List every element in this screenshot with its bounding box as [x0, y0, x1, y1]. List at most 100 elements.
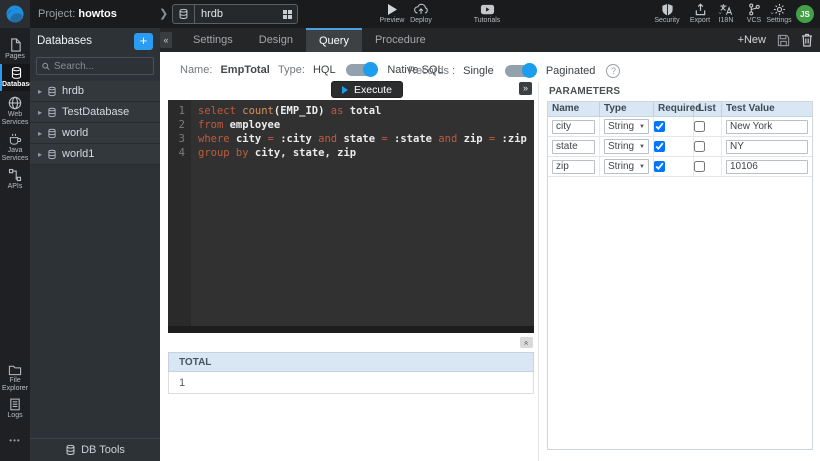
type-toggle[interactable]: [346, 64, 376, 76]
code-line[interactable]: group by city, state, zip: [198, 146, 534, 160]
grid-view-icon[interactable]: [283, 10, 292, 19]
type-option-hql[interactable]: HQL: [313, 64, 335, 76]
shield-icon: [661, 3, 674, 16]
tab-procedure[interactable]: Procedure: [362, 28, 439, 52]
db-tools-button[interactable]: DB Tools: [30, 438, 160, 461]
expand-caret-icon[interactable]: ▸: [38, 87, 42, 96]
wavemaker-logo[interactable]: [0, 0, 30, 28]
code-token: ,: [324, 147, 337, 159]
top-bar: Project: howtos ❯ hrdb Preview Deploy Tu…: [0, 0, 820, 28]
database-selector[interactable]: hrdb: [172, 4, 298, 24]
database-search[interactable]: [36, 57, 154, 75]
param-type-select[interactable]: String ▼: [604, 119, 649, 134]
expand-editor-button[interactable]: »: [519, 82, 532, 95]
database-list: ▸ hrdb ▸ TestDatabase ▸ world ▸ world1: [30, 81, 160, 165]
param-test-value-input[interactable]: [726, 120, 808, 134]
code-token: zip: [337, 147, 356, 159]
records-label: Records :: [408, 65, 455, 77]
param-name-input[interactable]: [552, 160, 595, 174]
param-type-value: String: [608, 121, 634, 132]
sidebar-item-pages[interactable]: Pages: [0, 36, 30, 63]
i18n-button[interactable]: I18N: [712, 3, 740, 24]
sidebar-overflow-menu[interactable]: •••: [0, 436, 30, 445]
results-column-header: TOTAL: [168, 352, 534, 372]
code-line[interactable]: from employee: [198, 118, 534, 132]
save-icon[interactable]: [777, 34, 790, 47]
tutorials-button[interactable]: Tutorials: [466, 3, 508, 24]
param-required-checkbox[interactable]: [654, 141, 665, 152]
sql-code-editor[interactable]: 1234 select count(EMP_ID) as totalfrom e…: [168, 100, 534, 333]
tab-query[interactable]: Query: [306, 28, 362, 52]
database-tree-item-world[interactable]: ▸ world: [30, 123, 160, 144]
user-avatar[interactable]: JS: [796, 5, 814, 23]
security-button[interactable]: Security: [648, 3, 686, 24]
execute-play-icon: [342, 86, 348, 94]
search-icon: [42, 62, 50, 71]
sidebar-item-logs[interactable]: Logs: [0, 396, 30, 422]
deploy-button[interactable]: Deploy: [404, 3, 438, 24]
settings-button[interactable]: Settings ⌄: [762, 3, 796, 24]
line-number: 2: [168, 118, 185, 132]
results-row: 1: [168, 372, 534, 394]
param-test-value-input[interactable]: [726, 160, 808, 174]
param-type-select[interactable]: String▼: [604, 139, 649, 154]
deploy-cloud-icon: [414, 3, 428, 16]
sidebar-item-file-explorer[interactable]: File Explorer: [0, 362, 30, 394]
param-type-select[interactable]: String▼: [604, 159, 649, 174]
editor-code-area[interactable]: select count(EMP_ID) as totalfrom employ…: [191, 100, 534, 333]
code-token: select: [198, 105, 242, 117]
code-line[interactable]: where city = :city and state = :state an…: [198, 132, 534, 146]
delete-icon[interactable]: [801, 33, 813, 47]
param-required-checkbox[interactable]: [654, 121, 665, 132]
expand-caret-icon[interactable]: ▸: [38, 150, 42, 159]
translate-icon: [719, 3, 733, 16]
database-icon: [47, 86, 57, 97]
expand-caret-icon[interactable]: ▸: [38, 108, 42, 117]
param-list-checkbox[interactable]: [694, 121, 705, 132]
db-tools-label: DB Tools: [81, 444, 125, 456]
page-icon: [9, 38, 22, 52]
parameter-row-zip: String▼: [548, 157, 812, 177]
collapse-results-button[interactable]: «: [520, 337, 533, 348]
sidebar-item-label: Java Services: [0, 147, 30, 162]
editor-scrollbar[interactable]: [168, 326, 534, 333]
tab-design[interactable]: Design: [246, 28, 306, 52]
query-name-group: Name: EmpTotal: [180, 64, 270, 76]
expand-caret-icon[interactable]: ▸: [38, 129, 42, 138]
param-test-value-input[interactable]: [726, 140, 808, 154]
param-required-checkbox[interactable]: [654, 161, 665, 172]
tab-settings[interactable]: Settings: [180, 28, 246, 52]
sidebar-item-java-services[interactable]: Java Services: [0, 130, 30, 164]
records-option-paginated[interactable]: Paginated: [546, 65, 596, 77]
sidebar-item-web-services[interactable]: Web Services: [0, 94, 30, 128]
sidebar-item-databases[interactable]: Databases: [0, 64, 30, 91]
param-list-checkbox[interactable]: [694, 161, 705, 172]
column-header-type: Type: [600, 102, 654, 116]
collapse-panel-button[interactable]: «: [160, 32, 172, 48]
database-tree-item-world1[interactable]: ▸ world1: [30, 144, 160, 165]
add-database-button[interactable]: +: [134, 33, 153, 50]
param-name-input[interactable]: [552, 140, 595, 154]
sidebar-item-apis[interactable]: APIs: [0, 166, 30, 193]
new-query-button[interactable]: +New: [738, 34, 766, 46]
param-list-checkbox[interactable]: [694, 141, 705, 152]
select-arrow-icon: ▼: [639, 124, 645, 130]
code-token: =: [489, 133, 502, 145]
database-tree-item-hrdb[interactable]: ▸ hrdb: [30, 81, 160, 102]
search-input[interactable]: [54, 61, 148, 72]
code-line[interactable]: select count(EMP_ID) as total: [198, 104, 534, 118]
help-icon[interactable]: ?: [606, 64, 620, 78]
param-name-input[interactable]: [552, 120, 595, 134]
code-token: ,: [280, 147, 293, 159]
records-toggle[interactable]: [505, 65, 535, 77]
database-tree-item-testdatabase[interactable]: ▸ TestDatabase: [30, 102, 160, 123]
database-name: TestDatabase: [62, 106, 129, 118]
select-arrow-icon: ▼: [639, 144, 645, 150]
database-icon: [47, 107, 57, 118]
sidebar-item-label: Logs: [0, 412, 30, 420]
records-option-single[interactable]: Single: [463, 65, 494, 77]
records-group: Records : Single Paginated ?: [408, 64, 620, 78]
execute-label: Execute: [354, 84, 392, 96]
execute-button[interactable]: Execute: [331, 81, 403, 98]
code-token: :state: [394, 133, 438, 145]
